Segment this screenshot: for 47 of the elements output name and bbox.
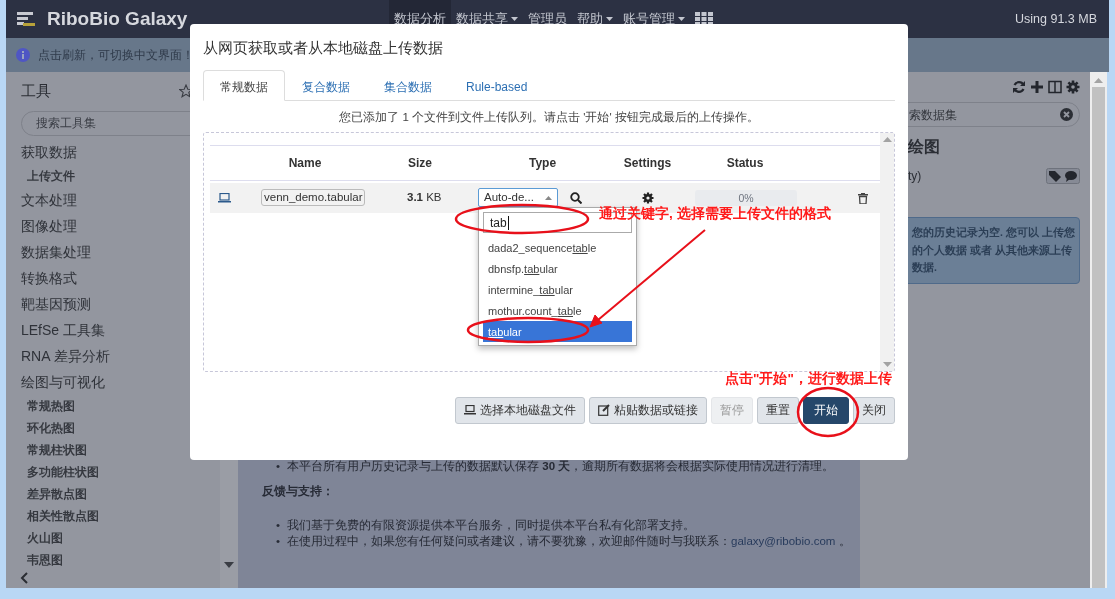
bullet-text: 本平台所有用户历史记录与上传的数据默认保存 30 天，逾期所有数据将会根据实际使用情况进行清理。 bbox=[287, 459, 835, 474]
section-heading: 反馈与支持： bbox=[262, 484, 335, 500]
panel-title: 工具 bbox=[21, 81, 51, 101]
alert-text: 数据. bbox=[912, 260, 938, 275]
alert-text: 的个人数据 或者 从其他来源上传 bbox=[912, 242, 1073, 258]
tool-item[interactable]: 相关性散点图 bbox=[21, 504, 220, 527]
bullet-marker: • bbox=[276, 459, 281, 474]
dropdown-option[interactable]: intermine_tabular bbox=[483, 279, 632, 301]
alert-text: 您的历史记录为空. 您可以 上传您 bbox=[912, 225, 1076, 240]
history-title: 绘图 bbox=[908, 138, 940, 155]
tool-item[interactable]: 多功能柱状图 bbox=[21, 460, 220, 483]
dropdown-option[interactable]: dada2_sequencetable bbox=[483, 237, 632, 259]
bullet-text: 我们基于免费的有限资源提供本平台服务，同时提供本平台私有化部署支持。 bbox=[287, 517, 696, 533]
dropdown-option[interactable]: mothur.count_table bbox=[483, 300, 632, 322]
column-header: Size bbox=[407, 154, 433, 172]
dialog-tab[interactable]: 常规数据 bbox=[203, 69, 285, 101]
column-header: Settings bbox=[622, 154, 673, 172]
usage-text: Using 91.3 MB bbox=[1015, 10, 1098, 28]
nav-menu-item[interactable]: 帮助 bbox=[572, 0, 618, 38]
bullet-marker: • bbox=[276, 517, 281, 533]
queue-message: 您已添加了 1 个文件到文件上传队列。请点击 '开始' 按钮完成最后的上传操作。 bbox=[338, 109, 760, 125]
dialog-title: 从网页获取或者从本地磁盘上传数据 bbox=[203, 38, 444, 58]
dialog-tab[interactable]: 复合数据 bbox=[285, 69, 367, 101]
column-header: Status bbox=[725, 154, 765, 172]
tool-item[interactable]: 差异散点图 bbox=[21, 482, 220, 505]
tool-item[interactable]: 火山图 bbox=[21, 526, 220, 549]
tool-item[interactable]: 韦恩图 bbox=[21, 548, 220, 571]
dropdown-option[interactable]: dbnsfp.tabular bbox=[483, 258, 632, 280]
dialog-button[interactable]: 开始 bbox=[803, 396, 849, 424]
nav-menu-item[interactable]: 数据共享 bbox=[451, 0, 523, 38]
file-name-field[interactable]: venn_demo.tabular bbox=[261, 189, 365, 207]
dialog-tab[interactable]: 集合数据 bbox=[367, 69, 449, 101]
brand-title[interactable]: RiboBio Galaxy bbox=[47, 4, 188, 34]
bullet-text: 在使用过程中，如果您有任何疑问或者建议，请不要犹豫，欢迎邮件随时与我联系：galaxy@ribobio.com 。 bbox=[287, 533, 851, 549]
dialog-button[interactable]: 关闭 bbox=[853, 396, 895, 424]
bullet-marker: • bbox=[276, 533, 281, 549]
dialog-tab[interactable]: Rule-based bbox=[449, 69, 545, 101]
dialog-button[interactable]: 重置 bbox=[757, 396, 799, 424]
email-link[interactable]: galaxy@ribobio.com bbox=[731, 534, 836, 547]
history-size-text: ty) bbox=[908, 168, 922, 185]
column-header: Type bbox=[527, 154, 558, 172]
annotation-text: 点击"开始"，进行数据上传 bbox=[725, 370, 892, 388]
dialog-button[interactable]: 选择本地磁盘文件 bbox=[455, 396, 585, 424]
progress-label: 0% bbox=[737, 190, 755, 206]
dialog-button[interactable]: 粘贴数据或链接 bbox=[589, 396, 707, 424]
column-header: Name bbox=[287, 154, 323, 172]
notice-text: 点击刷新，可切换中文界面！ bbox=[38, 47, 194, 64]
